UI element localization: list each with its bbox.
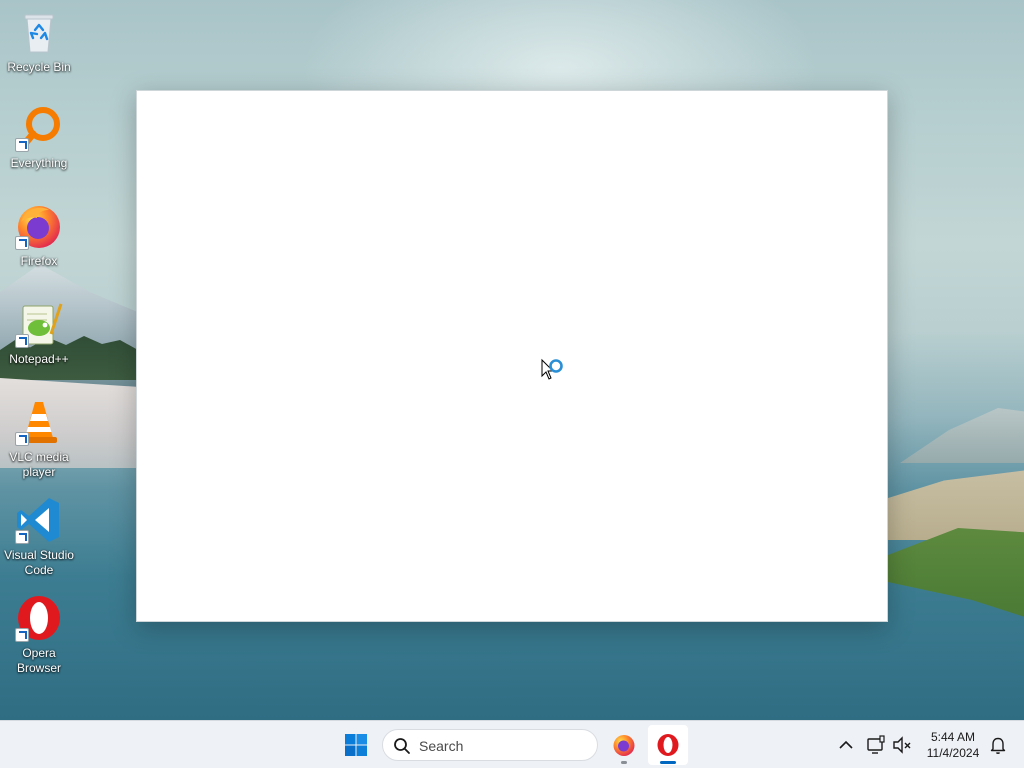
desktop-icon-label: Visual Studio Code <box>4 548 74 577</box>
notifications-button[interactable] <box>986 733 1010 757</box>
taskbar: Search 5:44 AM 11/4/2024 <box>0 720 1024 768</box>
search-placeholder: Search <box>419 738 464 754</box>
opera-icon <box>657 734 679 756</box>
desktop-icon-vscode[interactable]: Visual Studio Code <box>0 496 78 578</box>
desktop-icon-notepad-plus-plus[interactable]: Notepad++ <box>0 300 78 367</box>
search-icon <box>394 738 410 754</box>
desktop-icon-label: Everything <box>10 156 68 170</box>
start-button[interactable] <box>340 729 372 761</box>
vlc-cone-icon <box>15 398 63 446</box>
desktop-icon-opera[interactable]: Opera Browser <box>0 594 78 676</box>
network-tray-button[interactable] <box>864 733 888 757</box>
desktop-icon-firefox[interactable]: Firefox <box>0 202 78 269</box>
active-indicator <box>660 761 676 764</box>
network-icon <box>867 735 885 754</box>
opera-icon <box>15 594 63 642</box>
shortcut-arrow-icon <box>15 334 29 348</box>
firefox-icon <box>15 202 63 250</box>
notepad-plus-plus-icon <box>15 300 63 348</box>
wallpaper-grass-right <box>888 528 1024 618</box>
shortcut-arrow-icon <box>15 530 29 544</box>
busy-cursor-icon <box>540 358 568 386</box>
windows-logo-icon <box>345 734 367 756</box>
clock-time: 5:44 AM <box>930 730 976 744</box>
taskbar-search-box[interactable]: Search <box>382 729 598 761</box>
everything-search-icon <box>15 104 63 152</box>
desktop-icon-label: Firefox <box>20 254 58 268</box>
shortcut-arrow-icon <box>15 432 29 446</box>
clock-date: 11/4/2024 <box>926 746 980 760</box>
show-hidden-icons-button[interactable] <box>834 733 858 757</box>
desktop-icon-label: Opera Browser <box>16 646 61 675</box>
desktop-icon-label: Notepad++ <box>9 352 69 366</box>
speaker-muted-icon <box>893 736 911 754</box>
shortcut-arrow-icon <box>15 628 29 642</box>
bell-icon <box>990 737 1006 754</box>
chevron-up-icon <box>839 740 853 749</box>
firefox-icon <box>613 735 635 756</box>
blank-app-window[interactable] <box>136 90 888 622</box>
shortcut-arrow-icon <box>15 138 29 152</box>
taskbar-app-firefox[interactable] <box>604 725 644 765</box>
wallpaper-mountain-right <box>900 408 1024 463</box>
shortcut-arrow-icon <box>15 236 29 250</box>
desktop-icon-label: VLC media player <box>9 450 69 479</box>
desktop-icon-everything[interactable]: Everything <box>0 104 78 171</box>
volume-tray-button[interactable] <box>890 733 914 757</box>
vscode-icon <box>15 496 63 544</box>
recycle-bin-icon <box>15 8 63 56</box>
taskbar-app-opera[interactable] <box>648 725 688 765</box>
desktop-icon-label: Recycle Bin <box>7 60 71 74</box>
desktop-icon-vlc[interactable]: VLC media player <box>0 398 78 480</box>
running-indicator <box>621 761 627 764</box>
desktop-icon-recycle-bin[interactable]: Recycle Bin <box>0 8 78 75</box>
taskbar-clock[interactable]: 5:44 AM 11/4/2024 <box>918 729 988 761</box>
